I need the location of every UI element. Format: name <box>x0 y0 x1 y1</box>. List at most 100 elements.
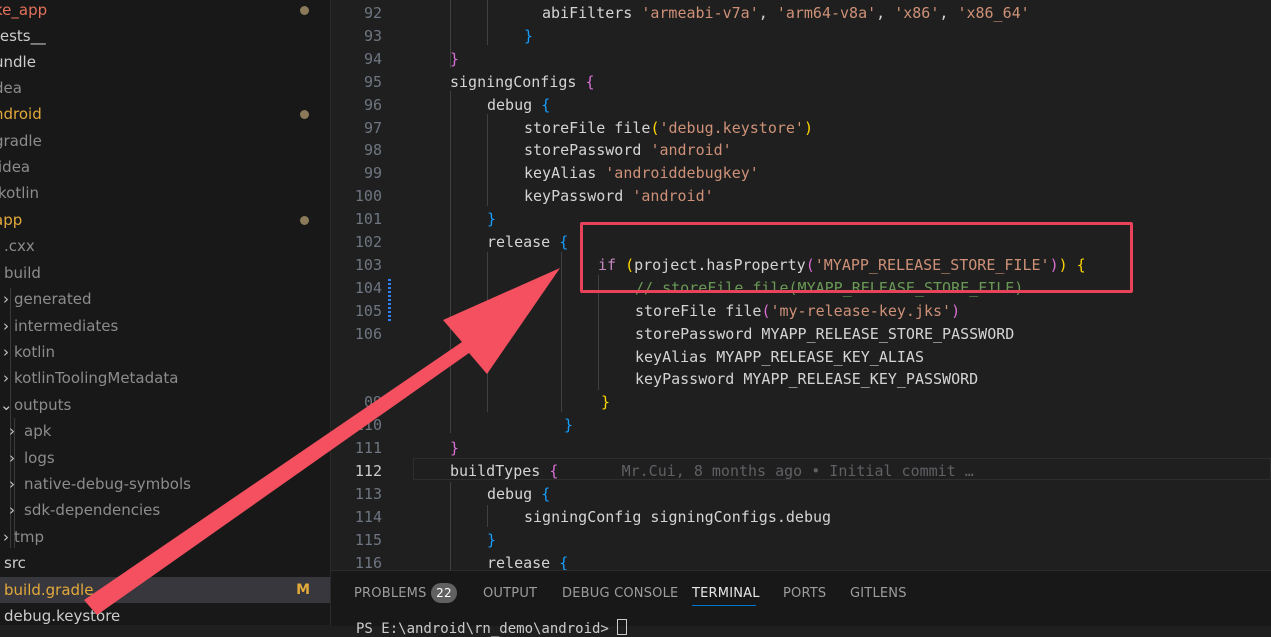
line-number: 113 <box>354 484 382 503</box>
explorer-item[interactable]: debug.keystore <box>0 603 330 625</box>
line-number: 103 <box>354 255 382 274</box>
code-line[interactable]: storeFile file('my-release-key.jks') <box>635 300 960 323</box>
problems-count-badge: 22 <box>431 583 457 603</box>
terminal-prompt[interactable]: PS E:\android\rn_demo\android> <box>356 619 628 637</box>
code-line[interactable]: storePassword 'android' <box>524 139 732 162</box>
code-token: } <box>601 393 611 412</box>
line-number: 94 <box>363 49 382 68</box>
explorer-item-label: kotlin <box>14 343 56 361</box>
panel-tab-terminal[interactable]: TERMINAL <box>692 586 760 601</box>
code-line[interactable]: } <box>450 437 459 460</box>
code-token: } <box>524 26 534 45</box>
chevron-right-icon: › <box>3 290 9 308</box>
code-line[interactable]: debug { <box>487 483 550 506</box>
explorer-item[interactable]: kotlin <box>0 180 330 206</box>
indent-guide <box>450 91 451 433</box>
code-line[interactable]: } <box>487 208 496 231</box>
code-line[interactable]: abiFilters 'armeabi-v7a', 'arm64-v8a', '… <box>542 2 1030 25</box>
indent-guide <box>561 252 562 412</box>
code-line[interactable]: release { <box>487 231 568 254</box>
code-token: 'armeabi-v7a' <box>641 4 759 22</box>
line-number: 98 <box>363 141 382 160</box>
code-token: { <box>559 553 569 570</box>
explorer-item[interactable]: ndroid <box>0 101 330 127</box>
code-line[interactable]: keyPassword 'android' <box>524 185 714 208</box>
code-line[interactable]: buildTypes { Mr.Cui, 8 months ago • Init… <box>450 460 974 483</box>
chevron-down-icon: ⌄ <box>0 396 13 414</box>
explorer-item[interactable]: › apk <box>0 418 330 444</box>
git-modified-badge: M <box>296 582 310 598</box>
code-line[interactable]: } <box>564 414 573 437</box>
explorer-item-label: ndroid <box>0 105 42 123</box>
code-token: signingConfig signingConfigs.debug <box>524 507 832 526</box>
panel-tab-debug-console[interactable]: DEBUG CONSOLE <box>562 586 678 601</box>
explorer-item-label: ke_app <box>0 1 48 19</box>
code-token: buildTypes <box>450 462 550 480</box>
explorer-item[interactable]: › kotlinToolingMetadata <box>0 365 330 391</box>
code-token: debug <box>487 95 542 114</box>
bottom-panel: PROBLEMS 22 OUTPUT DEBUG CONSOLE TERMINAL POR… <box>331 570 1271 637</box>
code-editor[interactable]: 92 abiFilters 'armeabi-v7a', 'arm64-v8a',… <box>331 0 1271 570</box>
code-line[interactable]: } <box>487 529 496 552</box>
explorer-item[interactable]: app <box>0 207 330 233</box>
code-token: keyAlias <box>524 164 606 183</box>
code-line[interactable]: } <box>450 48 459 71</box>
explorer-item[interactable]: .cxx <box>0 233 330 259</box>
explorer-item[interactable]: ke_app <box>0 0 330 23</box>
explorer-item[interactable]: src <box>0 550 330 576</box>
line-number: 112 <box>354 462 382 480</box>
explorer-item[interactable]: tests__ <box>0 23 330 49</box>
explorer-item[interactable]: › sdk-dependencies <box>0 497 330 523</box>
code-line[interactable]: signingConfigs { <box>450 71 595 94</box>
code-line[interactable]: storeFile file('debug.keystore') <box>524 117 813 140</box>
explorer-item[interactable]: › generated <box>0 286 330 312</box>
explorer-item-label: undle <box>0 53 36 71</box>
explorer-item[interactable]: ⌄ outputs <box>0 392 330 418</box>
code-line[interactable]: } <box>524 25 533 48</box>
explorer-item[interactable]: › logs <box>0 445 330 471</box>
git-modified-gutter-marker <box>388 279 391 321</box>
code-token: , <box>939 4 958 22</box>
explorer-item[interactable]: › intermediates <box>0 313 330 339</box>
code-line[interactable]: keyAlias MYAPP_RELEASE_KEY_ALIAS <box>635 346 924 369</box>
explorer-item[interactable]: gradle <box>0 128 330 154</box>
code-line[interactable]: signingConfig signingConfigs.debug <box>524 506 831 529</box>
line-number: 99 <box>363 164 382 183</box>
explorer-item[interactable]: › tmp <box>0 524 330 550</box>
chevron-right-icon: › <box>9 501 15 519</box>
code-token: } <box>487 530 497 549</box>
code-token: keyPassword MYAPP_RELEASE_KEY_PASSWORD <box>635 370 979 389</box>
code-line[interactable]: keyAlias 'androiddebugkey' <box>524 162 759 185</box>
chevron-right-icon: › <box>3 528 9 546</box>
code-line[interactable]: storePassword MYAPP_RELEASE_STORE_PASSWO… <box>635 323 1014 346</box>
explorer-item[interactable]: build <box>0 260 330 286</box>
code-token: keyPassword <box>524 187 633 206</box>
panel-tab-gitlens[interactable]: GITLENS <box>850 586 907 601</box>
explorer-item[interactable]: idea <box>0 154 330 180</box>
explorer-item[interactable]: › kotlin <box>0 339 330 365</box>
active-tab-indicator <box>692 605 756 606</box>
panel-tab-output[interactable]: OUTPUT <box>483 586 537 601</box>
explorer-item[interactable]: undle <box>0 49 330 75</box>
panel-tab-problems[interactable]: PROBLEMS 22 <box>354 583 457 603</box>
terminal-prompt-text: PS E:\android\rn_demo\android> <box>356 621 609 637</box>
code-token: debug <box>487 484 542 503</box>
explorer-item[interactable]: dea <box>0 75 330 101</box>
code-token: 'x86' <box>894 4 940 22</box>
panel-tab-ports[interactable]: PORTS <box>783 586 826 601</box>
code-line[interactable]: keyPassword MYAPP_RELEASE_KEY_PASSWORD <box>635 368 978 391</box>
explorer-item-label: dea <box>0 79 22 97</box>
code-line[interactable]: } <box>601 391 610 414</box>
explorer-item-label: gradle <box>0 132 42 150</box>
code-token: ) <box>803 118 813 137</box>
code-line[interactable]: debug { <box>487 94 550 117</box>
explorer-item[interactable]: build.gradle M <box>0 577 330 603</box>
explorer-sidebar: ke_app tests__undle dea ndroid gradle idea kot… <box>0 0 331 625</box>
line-number: 102 <box>354 233 382 251</box>
code-token: { <box>541 95 551 114</box>
code-token: , <box>758 4 777 22</box>
code-line[interactable]: release { <box>487 552 568 570</box>
explorer-item-label: .cxx <box>4 237 35 255</box>
explorer-item[interactable]: › native-debug-symbols <box>0 471 330 497</box>
line-number: 110 <box>354 416 382 435</box>
